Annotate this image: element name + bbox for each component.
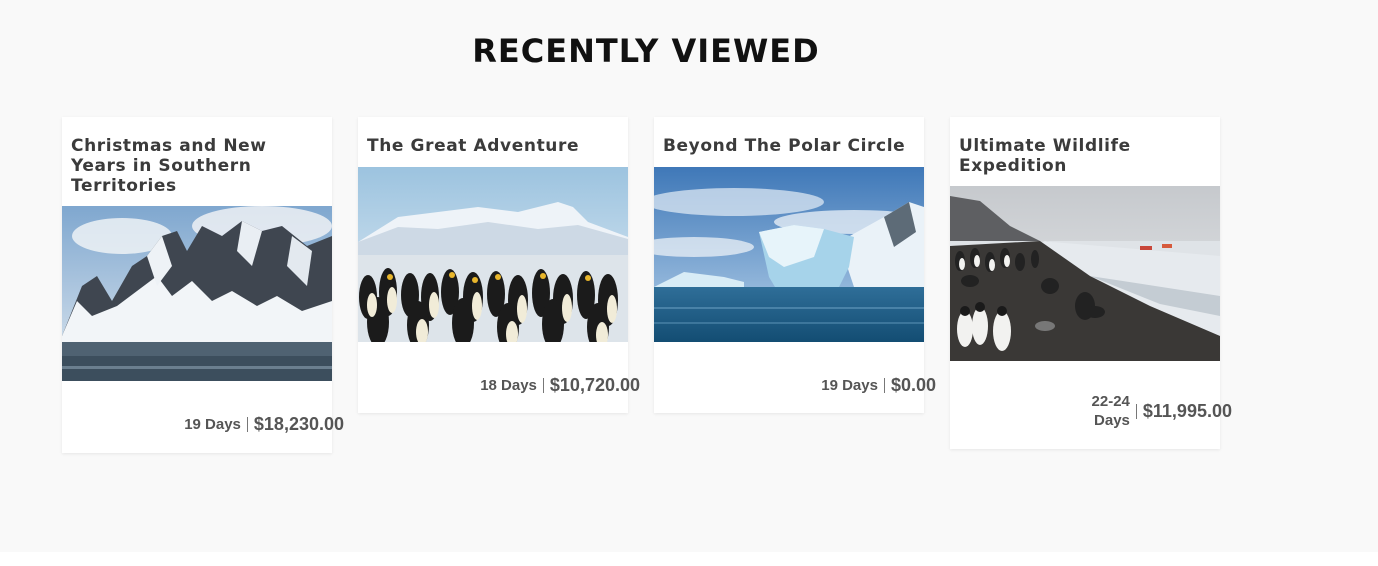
tour-price: $18,230.00 <box>253 414 344 434</box>
tour-image[interactable] <box>62 206 332 381</box>
tour-image[interactable] <box>358 167 628 342</box>
tour-price: $11,995.00 <box>1142 400 1232 421</box>
tour-card[interactable]: The Great Adventure 18 Days $10,720.00 <box>358 117 640 413</box>
tour-duration: 19 Days <box>184 416 241 433</box>
tour-title[interactable]: The Great Adventure <box>358 117 626 167</box>
tour-card[interactable]: Beyond The Polar Circle 19 Days $0.00 <box>654 117 936 413</box>
tour-price: $10,720.00 <box>549 375 640 395</box>
tour-image[interactable] <box>654 167 924 342</box>
tour-card[interactable]: Christmas and New Years in Southern Terr… <box>62 117 344 453</box>
recently-viewed-section: RECENTLY VIEWED Christmas and New Years … <box>0 0 1378 552</box>
section-heading: RECENTLY VIEWED <box>472 32 820 70</box>
tour-image[interactable] <box>950 186 1220 361</box>
tour-title[interactable]: Christmas and New Years in Southern Terr… <box>62 117 310 206</box>
tour-price: $0.00 <box>890 375 936 395</box>
tour-duration: 19 Days <box>821 377 878 394</box>
tour-meta: 22-24 Days $11,995.00 <box>1088 392 1232 430</box>
tour-meta: 19 Days $0.00 <box>821 375 936 396</box>
tour-duration: 18 Days <box>480 377 537 394</box>
tour-title[interactable]: Ultimate Wildlife Expedition <box>950 117 1198 186</box>
tour-meta: 19 Days $18,230.00 <box>184 414 344 435</box>
tour-title[interactable]: Beyond The Polar Circle <box>654 117 932 167</box>
tour-card[interactable]: Ultimate Wildlife Expedition 22-24 Days … <box>950 117 1232 449</box>
tour-duration: 22-24 Days <box>1091 393 1130 429</box>
tour-meta: 18 Days $10,720.00 <box>480 375 640 396</box>
